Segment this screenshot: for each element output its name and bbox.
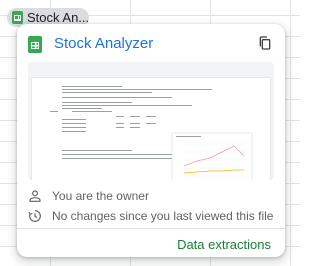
thumbnail-page (32, 78, 270, 180)
history-icon (28, 210, 41, 222)
thumbnail-content (50, 86, 253, 180)
copy-icon[interactable] (257, 35, 273, 51)
owner-row: You are the owner (17, 186, 285, 206)
data-extractions-button[interactable]: Data extractions (177, 237, 271, 252)
sheets-icon (28, 36, 42, 53)
file-chip-label: Stock An... (27, 10, 89, 25)
person-icon (29, 190, 41, 202)
file-title-link[interactable]: Stock Analyzer (54, 35, 153, 52)
file-preview-card: Stock Analyzer You are the owner No chan… (17, 24, 285, 257)
changes-text: No changes since you last viewed this fi… (52, 209, 274, 223)
changes-row: No changes since you last viewed this fi… (17, 206, 285, 226)
sheets-icon (12, 11, 23, 24)
owner-text: You are the owner (52, 189, 149, 203)
card-footer: Data extractions (17, 228, 285, 257)
card-header: Stock Analyzer (17, 24, 285, 62)
file-thumbnail[interactable] (28, 62, 274, 180)
